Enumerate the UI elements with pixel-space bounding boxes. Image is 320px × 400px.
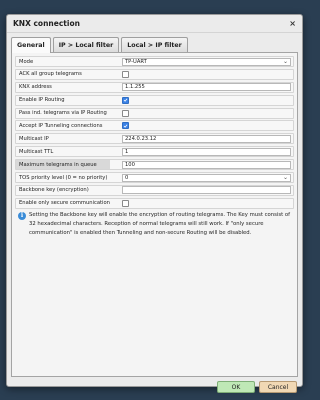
chevron-down-icon: ⌄ [282,57,288,65]
secure-only-row: Enable only secure communication [15,197,294,209]
max-telegrams-row: Maximum telegrams in queue 100 [15,159,294,171]
dialog-title: KNX connection [13,19,80,28]
max-telegrams-label: Maximum telegrams in queue [16,160,110,170]
mode-value: TP-UART [125,58,147,65]
knx-address-label: KNX address [19,84,52,91]
multicast-ip-input[interactable]: 224.0.23.12 [122,134,291,143]
ok-button[interactable]: OK [217,381,255,393]
general-panel: Mode TP-UART ⌄ ACK all group telegrams K… [11,52,298,377]
backbone-key-input[interactable] [122,186,291,195]
accept-tunneling-row: Accept IP Tunneling connections [15,120,294,132]
multicast-ip-row: Multicast IP 224.0.23.12 [15,133,294,145]
multicast-ttl-row: Multicast TTL 1 [15,146,294,158]
secure-only-label: Enable only secure communication [19,200,110,207]
ack-all-row: ACK all group telegrams [15,68,294,80]
mode-row: Mode TP-UART ⌄ [15,56,294,67]
accept-tunneling-label: Accept IP Tunneling connections [19,122,103,129]
enable-ip-routing-row: Enable IP Routing [15,94,294,106]
enable-ip-routing-label: Enable IP Routing [19,97,65,104]
info-text: Setting the Backbone key will enable the… [29,211,290,236]
tos-priority-select[interactable]: 0 ⌄ [122,173,291,182]
pass-ind-label: Pass ind. telegrams via IP Routing [19,110,107,117]
pass-ind-row: Pass ind. telegrams via IP Routing [15,107,294,119]
secure-only-checkbox[interactable] [122,199,129,207]
multicast-ip-label: Multicast IP [19,135,49,142]
multicast-ttl-input[interactable]: 1 [122,147,291,156]
max-telegrams-input[interactable]: 100 [122,160,291,169]
tos-priority-value: 0 [125,174,129,181]
dialog-titlebar: KNX connection × [7,15,302,33]
tos-priority-row: TOS priority level (0 = no priority) 0 ⌄ [15,172,294,184]
enable-ip-routing-checkbox[interactable] [122,96,129,104]
knx-connection-dialog: KNX connection × General IP > Local filt… [6,14,303,393]
check-icon [123,124,128,128]
tab-bar: General IP > Local filter Local > IP fil… [7,33,302,53]
check-icon [123,98,128,102]
backbone-key-label: Backbone key (encryption) [19,187,89,194]
info-note: i Setting the Backbone key will enable t… [15,211,294,238]
backbone-key-row: Backbone key (encryption) [15,184,294,196]
tab-ip-local-filter[interactable]: IP > Local filter [52,37,120,52]
knx-address-input[interactable]: 1.1.255 [122,83,291,92]
close-icon[interactable]: × [289,19,296,28]
tos-priority-label: TOS priority level (0 = no priority) [19,174,108,181]
info-icon: i [18,211,26,220]
ack-all-label: ACK all group telegrams [19,71,82,78]
ack-all-checkbox[interactable] [122,70,129,78]
mode-label: Mode [19,58,34,65]
tab-local-ip-filter[interactable]: Local > IP filter [121,37,188,52]
tab-general[interactable]: General [11,37,51,53]
chevron-down-icon: ⌄ [282,173,288,181]
pass-ind-checkbox[interactable] [122,109,129,117]
multicast-ttl-label: Multicast TTL [19,148,54,155]
dialog-footer: OK Cancel [7,377,302,393]
accept-tunneling-checkbox[interactable] [122,122,129,130]
mode-select[interactable]: TP-UART ⌄ [122,57,291,66]
knx-address-row: KNX address 1.1.255 [15,81,294,93]
cancel-button[interactable]: Cancel [259,381,297,393]
